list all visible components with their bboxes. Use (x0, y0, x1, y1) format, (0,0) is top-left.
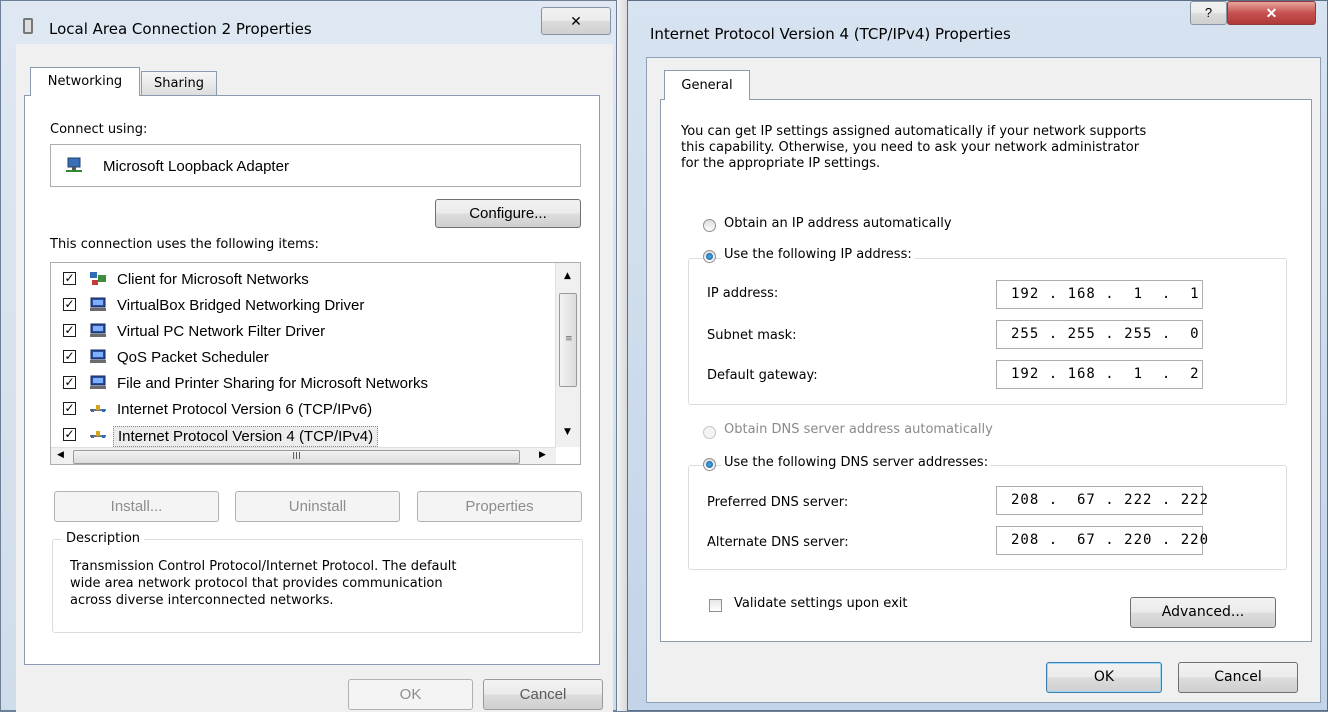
default-gateway-field[interactable]: 192 . 168 . 1 . 2 (996, 360, 1203, 389)
preferred-dns-field[interactable]: 208 . 67 . 222 . 222 (996, 486, 1208, 515)
validate-settings-label: Validate settings upon exit (734, 596, 908, 611)
adapter-icon (65, 157, 83, 172)
vertical-scrollbar[interactable]: ▲ ≡ ▼ (555, 263, 580, 447)
install-button[interactable]: Install... (54, 491, 219, 522)
obtain-dns-auto-label: Obtain DNS server address automatically (724, 422, 993, 437)
adapter-display: Microsoft Loopback Adapter (50, 144, 581, 187)
description-heading: Description (62, 531, 145, 546)
item-label: Virtual PC Network Filter Driver (117, 323, 326, 340)
items-label: This connection uses the following items… (50, 237, 319, 252)
scroll-up-arrow-icon: ▲ (564, 271, 571, 281)
list-item[interactable]: ✓ VirtualBox Bridged Networking Driver (51, 293, 554, 317)
list-item[interactable]: ✓ Client for Microsoft Networks (51, 267, 554, 291)
obtain-ip-auto-radio[interactable] (703, 219, 716, 232)
list-item[interactable]: ✓ QoS Packet Scheduler (51, 345, 554, 369)
item-checkbox[interactable]: ✓ (63, 272, 76, 285)
alternate-dns-field[interactable]: 208 . 67 . 220 . 220 (996, 526, 1208, 555)
help-icon: ? (1204, 5, 1213, 20)
horizontal-scrollbar[interactable]: ◀ III ▶ (51, 447, 556, 464)
default-gateway-label: Default gateway: (707, 368, 818, 383)
close-button[interactable]: ✕ (1227, 1, 1316, 25)
subnet-mask-label: Subnet mask: (707, 328, 797, 343)
general-tab-panel: You can get IP settings assigned automat… (660, 99, 1312, 642)
properties-button[interactable]: Properties (417, 491, 582, 522)
ipv4-properties-dialog: Internet Protocol Version 4 (TCP/IPv4) P… (627, 0, 1328, 711)
tab-general[interactable]: General (664, 70, 750, 100)
connect-using-label: Connect using: (50, 122, 148, 137)
ok-button[interactable]: OK (348, 679, 473, 710)
item-checkbox[interactable]: ✓ (63, 428, 76, 441)
scroll-left-arrow-icon: ◀ (57, 450, 64, 460)
network-service-icon (89, 323, 107, 338)
dialog-title: Local Area Connection 2 Properties (49, 20, 312, 38)
scroll-grip-icon: ≡ (565, 334, 573, 344)
scroll-down-arrow-icon: ▼ (564, 427, 571, 437)
item-checkbox[interactable]: ✓ (63, 376, 76, 389)
item-label: Client for Microsoft Networks (117, 271, 309, 288)
intro-text: You can get IP settings assigned automat… (681, 124, 1147, 171)
cancel-button[interactable]: Cancel (483, 679, 603, 710)
network-service-icon (89, 297, 107, 312)
use-following-ip-label: Use the following IP address: (721, 247, 915, 262)
use-following-ip-radio[interactable] (703, 250, 716, 263)
dialog-title: Internet Protocol Version 4 (TCP/IPv4) P… (650, 25, 1011, 43)
tab-sharing[interactable]: Sharing (141, 71, 217, 96)
network-client-icon (89, 271, 107, 286)
close-button[interactable]: ✕ (541, 7, 611, 35)
item-checkbox[interactable]: ✓ (63, 350, 76, 363)
help-button[interactable]: ? (1190, 1, 1227, 25)
item-label: Internet Protocol Version 4 (TCP/IPv4) (113, 426, 379, 447)
description-text: Transmission Control Protocol/Internet P… (70, 559, 457, 608)
vertical-scroll-thumb[interactable]: ≡ (559, 293, 577, 387)
adapter-name: Microsoft Loopback Adapter (103, 158, 289, 175)
local-area-connection-properties-dialog: Local Area Connection 2 Properties ✕ Net… (0, 0, 617, 712)
preferred-dns-label: Preferred DNS server: (707, 495, 849, 510)
horizontal-scroll-thumb[interactable]: III (73, 450, 520, 464)
protocol-icon (89, 401, 107, 416)
networking-tab-panel: Connect using: Microsoft Loopback Adapte… (24, 95, 600, 665)
cancel-button[interactable]: Cancel (1178, 662, 1298, 693)
list-item[interactable]: ✓ Virtual PC Network Filter Driver (51, 319, 554, 343)
ip-address-field[interactable]: 192 . 168 . 1 . 1 (996, 280, 1203, 309)
network-service-icon (89, 375, 107, 390)
item-label: QoS Packet Scheduler (117, 349, 269, 366)
list-item[interactable]: ✓ File and Printer Sharing for Microsoft … (51, 371, 554, 395)
item-label: File and Printer Sharing for Microsoft N… (117, 375, 428, 392)
protocol-icon (89, 427, 107, 442)
alternate-dns-label: Alternate DNS server: (707, 535, 849, 550)
network-service-icon (89, 349, 107, 364)
subnet-mask-field[interactable]: 255 . 255 . 255 . 0 (996, 320, 1203, 349)
item-checkbox[interactable]: ✓ (63, 298, 76, 311)
list-item[interactable]: ✓ Internet Protocol Version 6 (TCP/IPv6) (51, 397, 554, 421)
background-window-strip (617, 0, 627, 711)
scroll-right-arrow-icon: ▶ (539, 450, 546, 460)
uninstall-button[interactable]: Uninstall (235, 491, 400, 522)
obtain-ip-auto-label: Obtain an IP address automatically (724, 216, 952, 231)
ip-address-label: IP address: (707, 286, 779, 301)
ok-button[interactable]: OK (1046, 662, 1162, 693)
close-icon: ✕ (1265, 5, 1278, 21)
item-checkbox[interactable]: ✓ (63, 324, 76, 337)
validate-settings-checkbox[interactable] (709, 599, 722, 612)
network-adapter-title-icon (23, 18, 33, 34)
scroll-grip-icon: III (292, 451, 301, 462)
item-checkbox[interactable]: ✓ (63, 402, 76, 415)
use-following-dns-label: Use the following DNS server addresses: (721, 455, 992, 470)
item-label: Internet Protocol Version 6 (TCP/IPv6) (117, 401, 373, 418)
advanced-button[interactable]: Advanced... (1130, 597, 1276, 628)
use-following-dns-radio[interactable] (703, 458, 716, 471)
obtain-dns-auto-radio[interactable] (703, 426, 716, 439)
close-icon: ✕ (570, 13, 582, 29)
list-item[interactable]: ✓ Internet Protocol Version 4 (TCP/IPv4) (51, 423, 554, 447)
configure-button[interactable]: Configure... (435, 199, 581, 228)
item-label: VirtualBox Bridged Networking Driver (117, 297, 365, 314)
items-list[interactable]: ✓ Client for Microsoft Networks ✓ VirtualBo… (50, 262, 581, 465)
tab-networking[interactable]: Networking (30, 67, 140, 96)
